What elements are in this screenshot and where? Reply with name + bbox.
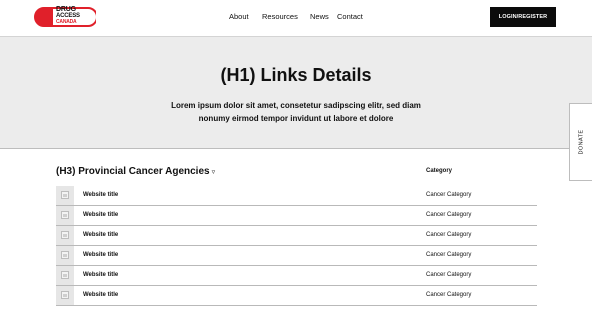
nav-link-resources[interactable]: Resources: [262, 12, 298, 21]
row-category: Cancer Category: [426, 272, 472, 278]
image-placeholder-icon: [56, 186, 74, 205]
row-category: Cancer Category: [426, 232, 472, 238]
section-heading[interactable]: (H3) Provincial Cancer Agencies ▿: [56, 166, 215, 177]
row-category: Cancer Category: [426, 252, 472, 258]
table-row[interactable]: Website title Cancer Category: [56, 286, 537, 306]
row-website-title[interactable]: Website title: [83, 292, 118, 298]
table-row[interactable]: Website title Cancer Category: [56, 266, 537, 286]
triangle-down-icon[interactable]: ▿: [212, 169, 216, 176]
row-website-title[interactable]: Website title: [83, 272, 118, 278]
hero-banner: (H1) Links Details Lorem ipsum dolor sit…: [0, 36, 592, 149]
nav-link-contact[interactable]: Contact: [337, 12, 363, 21]
links-table: Website title Cancer Category Website ti…: [56, 186, 537, 306]
donate-label: DONATE: [578, 129, 585, 155]
image-placeholder-icon: [56, 286, 74, 305]
table-row[interactable]: Website title Cancer Category: [56, 246, 537, 266]
donate-tab[interactable]: DONATE: [569, 103, 592, 181]
section-title-text: (H3) Provincial Cancer Agencies: [56, 166, 210, 177]
nav-link-about[interactable]: About: [229, 12, 249, 21]
page-title: (H1) Links Details: [220, 65, 372, 85]
site-header: DRUG ACCESS CANADA About Resources News …: [0, 0, 592, 36]
row-website-title[interactable]: Website title: [83, 192, 118, 198]
login-register-button[interactable]: LOGIN/REGISTER: [490, 7, 556, 27]
hero-description: Lorem ipsum dolor sit amet, consetetur s…: [171, 101, 421, 123]
image-placeholder-icon: [56, 226, 74, 245]
table-row[interactable]: Website title Cancer Category: [56, 206, 537, 226]
row-website-title[interactable]: Website title: [83, 252, 118, 258]
row-website-title[interactable]: Website title: [83, 212, 118, 218]
row-category: Cancer Category: [426, 292, 472, 298]
table-row[interactable]: Website title Cancer Category: [56, 186, 537, 206]
image-placeholder-icon: [56, 246, 74, 265]
row-category: Cancer Category: [426, 212, 472, 218]
row-website-title[interactable]: Website title: [83, 232, 118, 238]
row-category: Cancer Category: [426, 192, 472, 198]
category-column-header: Category: [426, 168, 453, 174]
table-row[interactable]: Website title Cancer Category: [56, 226, 537, 246]
nav-link-news[interactable]: News: [310, 12, 329, 21]
image-placeholder-icon: [56, 266, 74, 285]
image-placeholder-icon: [56, 206, 74, 225]
